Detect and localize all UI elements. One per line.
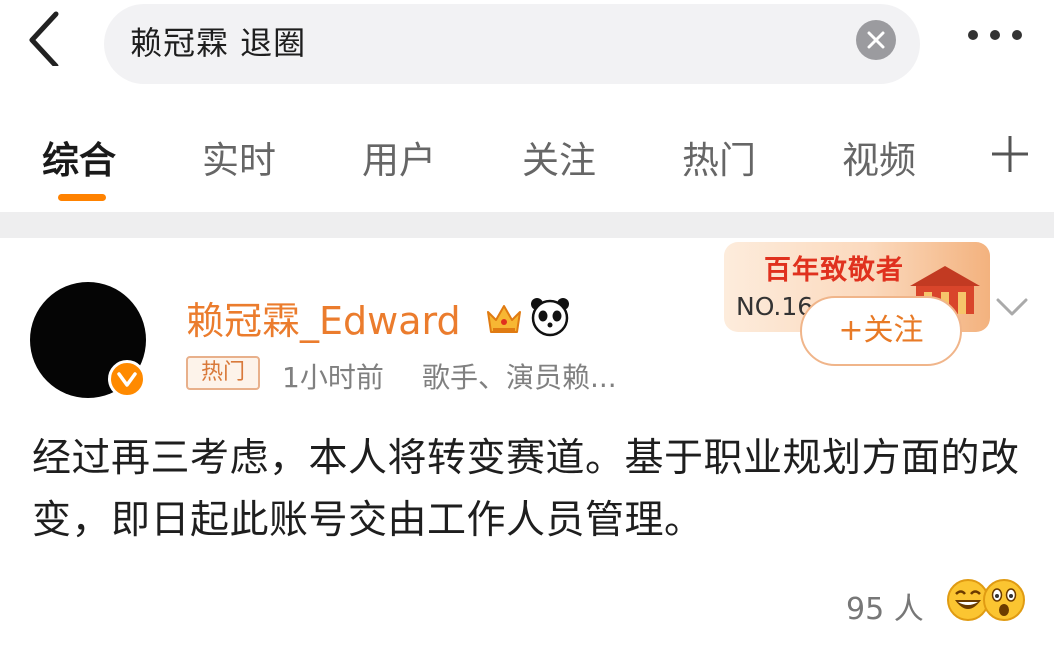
more-icon[interactable]: [966, 30, 1030, 46]
hot-badge: 热门: [186, 356, 260, 390]
reaction-count: 95 人: [846, 592, 924, 627]
user-description: 歌手、演员赖...: [422, 361, 617, 394]
username[interactable]: 赖冠霖_Edward: [186, 290, 461, 345]
banner-rank: NO.16: [736, 292, 814, 321]
clear-icon[interactable]: [856, 20, 896, 60]
surprised-emoji-icon: [982, 578, 1026, 622]
verified-icon: [108, 360, 146, 398]
panda-icon: [528, 294, 572, 338]
active-tab-indicator: [58, 194, 106, 201]
crown-icon: [484, 298, 524, 338]
tab-video[interactable]: 视频: [842, 130, 916, 184]
search-input[interactable]: 赖冠霖 退圈: [130, 18, 306, 64]
chevron-down-icon[interactable]: [996, 296, 1028, 318]
post-content: 经过再三考虑，本人将转变赛道。基于职业规划方面的改变，即日起此账号交由工作人员管…: [32, 436, 1020, 543]
add-tab-icon[interactable]: [990, 134, 1030, 174]
back-arrow-icon[interactable]: [22, 10, 66, 69]
post-time: 1小时前: [282, 361, 384, 394]
follow-button[interactable]: +关注: [800, 296, 962, 366]
banner-title: 百年致敬者: [764, 255, 904, 286]
search-bar[interactable]: 赖冠霖 退圈: [104, 4, 920, 84]
section-divider: [0, 212, 1054, 238]
top-bar: 赖冠霖 退圈: [0, 0, 1054, 92]
tab-following[interactable]: 关注: [522, 130, 596, 184]
tab-realtime[interactable]: 实时: [202, 130, 276, 184]
tab-comprehensive[interactable]: 综合: [42, 130, 116, 184]
tab-users[interactable]: 用户: [362, 130, 436, 184]
search-tabs: 综合 实时 用户 关注 热门 视频: [0, 110, 1054, 210]
tab-hot[interactable]: 热门: [682, 130, 756, 184]
